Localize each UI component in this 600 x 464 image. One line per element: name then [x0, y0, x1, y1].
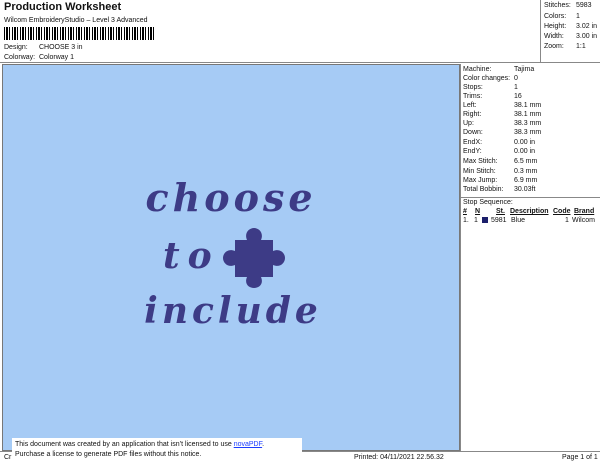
stat-colors: Colors: 1 [544, 13, 580, 20]
info-value: 30.03ft [514, 186, 536, 193]
info-value: 0.00 in [514, 148, 536, 155]
info-row-min-stitch: Min Stitch: 0.3 mm [463, 168, 537, 175]
info-value: 6.5 mm [514, 158, 538, 165]
embroidery-design: choose to include [144, 175, 322, 332]
puzzle-piece-icon [223, 228, 285, 288]
notice-punctuation: . [262, 441, 265, 448]
info-label: EndX: [463, 139, 483, 146]
colorway-label: Colorway: [4, 54, 36, 61]
design-text-line2: to [163, 235, 220, 277]
stat-value: 5983 [576, 2, 592, 9]
info-row-stops: Stops: 1 [463, 84, 518, 91]
info-label: Trims: [463, 93, 483, 100]
design-value: CHOOSE 3 in [39, 44, 83, 51]
info-row-down: Down: 38.3 mm [463, 129, 541, 136]
novapdf-link[interactable]: novaPDF [234, 441, 262, 448]
page-title: Production Worksheet [4, 1, 122, 13]
info-row-max-jump: Max Jump: 6.9 mm [463, 177, 537, 184]
info-label: Max Jump: [463, 177, 498, 184]
footer-left-text: Cr [4, 454, 12, 461]
stat-stitches: Stitches: 5983 [544, 2, 592, 9]
barcode [4, 27, 154, 40]
info-row-right: Right: 38.1 mm [463, 111, 541, 118]
info-label: Stops: [463, 84, 483, 91]
info-label: Left: [463, 102, 477, 109]
info-label: Down: [463, 129, 483, 136]
info-label: Up: [463, 120, 474, 127]
stop-row-stitches: 5981 [491, 217, 507, 224]
info-value: 0.3 mm [514, 168, 538, 175]
stat-label: Stitches: [544, 2, 571, 9]
stop-row-brand: Wilcom [572, 217, 595, 224]
column-header-n: N [475, 208, 481, 215]
stat-value: 3.02 in [576, 23, 598, 30]
design-label: Design: [4, 44, 28, 51]
info-label: Right: [463, 111, 482, 118]
notice-text: This document was created by an applicat… [15, 441, 234, 448]
thread-color-swatch [482, 217, 488, 223]
stat-zoom: Zoom: 1:1 [544, 43, 586, 50]
info-label: Machine: [463, 66, 492, 73]
stat-label: Zoom: [544, 43, 564, 50]
design-preview: choose to include [2, 64, 460, 451]
notice-line1: This document was created by an applicat… [15, 440, 299, 450]
stat-label: Colors: [544, 13, 567, 20]
info-value: 38.1 mm [514, 111, 542, 118]
stop-row-number: 1. [463, 217, 469, 224]
design-row: Design: CHOOSE 3 in [4, 44, 83, 51]
info-label: EndY: [463, 148, 482, 155]
stats-panel: Stitches: 5983 Colors: 1 Height: 3.02 in… [540, 0, 600, 63]
column-header-code: Code [553, 208, 571, 215]
info-row-color-changes: Color changes: 0 [463, 75, 518, 82]
info-row-endy: EndY: 0.00 in [463, 148, 535, 155]
info-row-up: Up: 38.3 mm [463, 120, 541, 127]
info-value: 6.9 mm [514, 177, 538, 184]
worksheet-header: Production Worksheet Wilcom EmbroiderySt… [0, 0, 600, 63]
license-notice: This document was created by an applicat… [12, 438, 302, 462]
info-row-machine: Machine: Tajima [463, 66, 534, 73]
colorway-value: Colorway 1 [39, 54, 75, 61]
info-value: 38.1 mm [514, 102, 542, 109]
colorway-row: Colorway: Colorway 1 [4, 54, 74, 61]
info-label: Min Stitch: [463, 168, 496, 175]
design-text-line3: include [144, 290, 322, 332]
column-header-stitches: St. [496, 208, 505, 215]
info-row-trims: Trims: 16 [463, 93, 522, 100]
stat-label: Height: [544, 23, 567, 30]
divider [461, 197, 600, 198]
stop-row-n: 1 [474, 217, 478, 224]
stat-value: 1 [576, 13, 580, 20]
column-header-brand: Brand [574, 208, 595, 215]
machine-info-panel: Machine: Tajima Color changes: 0 Stops: … [460, 64, 600, 451]
stat-value: 3.00 in [576, 33, 598, 40]
info-row-max-stitch: Max Stitch: 6.5 mm [463, 158, 537, 165]
info-label: Total Bobbin: [463, 186, 504, 193]
design-text-line1: choose [145, 175, 316, 220]
stat-label: Width: [544, 33, 564, 40]
column-header-description: Description [510, 208, 549, 215]
notice-line2: Purchase a license to generate PDF files… [15, 451, 202, 458]
info-value: 38.3 mm [514, 129, 542, 136]
page-number: Page 1 of 1 [562, 454, 598, 461]
column-header-number: # [463, 208, 467, 215]
software-subtitle: Wilcom EmbroideryStudio – Level 3 Advanc… [4, 17, 148, 24]
printed-timestamp: Printed: 04/11/2021 22.56.32 [354, 454, 444, 461]
info-value: Tajima [514, 66, 535, 73]
info-label: Color changes: [463, 75, 511, 82]
info-row-endx: EndX: 0.00 in [463, 139, 535, 146]
info-label: Max Stitch: [463, 158, 498, 165]
stop-sequence-title: Stop Sequence: [463, 199, 513, 206]
info-value: 0.00 in [514, 139, 536, 146]
stat-height: Height: 3.02 in [544, 23, 597, 30]
info-value: 16 [514, 93, 522, 100]
stat-width: Width: 3.00 in [544, 33, 597, 40]
info-value: 0 [514, 75, 518, 82]
info-value: 1 [514, 84, 518, 91]
stop-row-code: 1 [565, 217, 569, 224]
stat-value: 1:1 [576, 43, 586, 50]
info-row-total-bobbin: Total Bobbin: 30.03ft [463, 186, 535, 193]
info-value: 38.3 mm [514, 120, 542, 127]
stop-row-description: Blue [511, 217, 526, 224]
info-row-left: Left: 38.1 mm [463, 102, 541, 109]
